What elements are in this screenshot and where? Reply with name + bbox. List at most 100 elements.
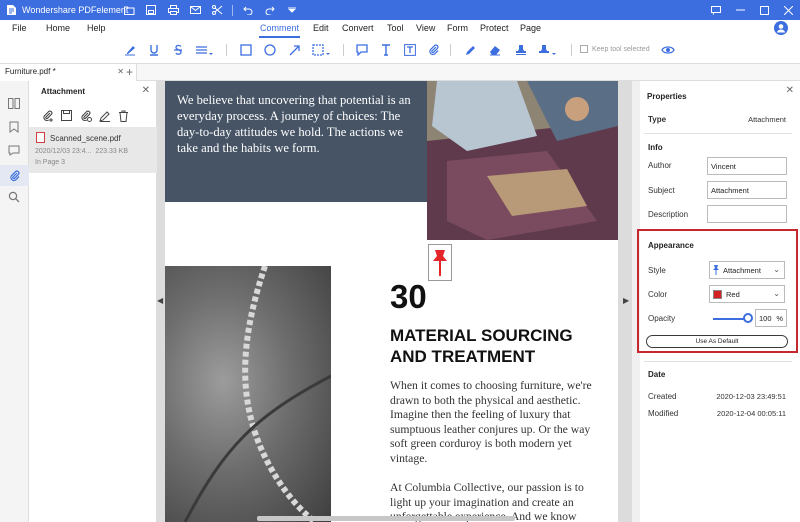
description-field[interactable] xyxy=(707,205,787,223)
style-value: Attachment xyxy=(723,265,761,275)
text-lines-dropdown-icon[interactable] xyxy=(194,42,216,58)
menu-file[interactable]: File xyxy=(12,23,27,33)
search-icon[interactable] xyxy=(6,189,22,205)
opacity-slider-thumb[interactable] xyxy=(743,313,753,323)
opacity-value: 100 xyxy=(759,314,772,323)
type-label: Type xyxy=(648,115,667,124)
add-attachment-icon[interactable] xyxy=(41,109,54,122)
menu-protect[interactable]: Protect xyxy=(480,23,509,33)
close-tab-icon[interactable]: ✕ xyxy=(117,67,124,76)
oval-icon[interactable] xyxy=(262,42,278,58)
document-viewport[interactable]: We believe that uncovering that potentia… xyxy=(157,81,631,522)
keep-tool-label: Keep tool selected xyxy=(592,45,650,53)
attachment-pushpin-icon[interactable] xyxy=(428,244,452,281)
menu-edit[interactable]: Edit xyxy=(313,23,329,33)
add-tab-icon[interactable]: + xyxy=(126,65,133,79)
separator xyxy=(226,44,227,56)
strikethrough-icon[interactable] xyxy=(170,42,186,58)
close-window-icon[interactable] xyxy=(776,0,800,20)
open-attachment-icon[interactable] xyxy=(79,109,92,122)
opacity-unit: % xyxy=(776,314,783,323)
menu-tool[interactable]: Tool xyxy=(387,23,404,33)
divider xyxy=(644,133,792,134)
menu-bar: File Home Help Comment Edit Convert Tool… xyxy=(0,20,800,38)
print-icon[interactable] xyxy=(162,0,184,20)
delete-attachment-icon[interactable] xyxy=(117,109,130,122)
quote-text: We believe that uncovering that potentia… xyxy=(177,93,411,155)
attachments-panel-icon[interactable] xyxy=(0,165,29,186)
created-value: 2020-12-03 23:49:51 xyxy=(716,392,786,401)
save-icon[interactable] xyxy=(140,0,162,20)
note-icon[interactable] xyxy=(354,42,370,58)
edit-description-icon[interactable] xyxy=(98,109,111,122)
color-dropdown[interactable]: Red ⌄ xyxy=(709,285,785,303)
author-label: Author xyxy=(648,161,672,170)
horizontal-scrollbar[interactable] xyxy=(257,516,515,521)
menu-convert[interactable]: Convert xyxy=(342,23,374,33)
arrow-icon[interactable] xyxy=(287,42,303,58)
minimize-icon[interactable] xyxy=(728,0,752,20)
menu-comment[interactable]: Comment xyxy=(260,23,299,33)
use-as-default-button[interactable]: Use As Default xyxy=(646,335,788,348)
opacity-label: Opacity xyxy=(648,314,676,323)
menu-page[interactable]: Page xyxy=(520,23,541,33)
section-heading: MATERIAL SOURCING AND TREATMENT xyxy=(390,326,573,366)
pencil-icon[interactable] xyxy=(463,42,479,58)
style-dropdown[interactable]: Attachment ⌄ xyxy=(709,261,785,279)
email-icon[interactable] xyxy=(184,0,206,20)
highlight-icon[interactable] xyxy=(122,42,138,58)
date-section-title: Date xyxy=(648,370,666,379)
maximize-icon[interactable] xyxy=(752,0,776,20)
attachment-meta: 2020/12/03 23:4... 223.33 KB xyxy=(35,148,128,155)
subject-field[interactable]: Attachment xyxy=(707,181,787,199)
pdf-file-icon xyxy=(36,132,45,143)
redo-icon[interactable] xyxy=(259,0,281,20)
eraser-icon[interactable] xyxy=(487,42,503,58)
body-paragraph-1: When it comes to choosing furniture, we'… xyxy=(390,379,592,465)
attachment-panel: Attachment ✕ Scanned_scene.pdf 2020/12/0… xyxy=(29,81,157,522)
bookmark-icon[interactable] xyxy=(6,119,22,135)
color-value: Red xyxy=(726,289,740,299)
text-box-icon[interactable] xyxy=(402,42,418,58)
thumbnails-icon[interactable] xyxy=(6,95,22,111)
rectangle-icon[interactable] xyxy=(238,42,254,58)
scissors-icon[interactable] xyxy=(206,0,228,20)
user-avatar-icon[interactable] xyxy=(774,21,788,35)
undo-icon[interactable] xyxy=(237,0,259,20)
properties-panel: Properties ✕ Type Attachment Info Author… xyxy=(631,81,800,522)
show-hide-comments-icon[interactable] xyxy=(660,42,676,58)
attachment-list-item[interactable]: Scanned_scene.pdf 2020/12/03 23:4... 223… xyxy=(29,127,157,173)
collapse-left-icon[interactable]: ◀ xyxy=(157,296,163,305)
modified-value: 2020-12-04 00:05:11 xyxy=(716,409,786,418)
signature-dropdown-icon[interactable] xyxy=(537,42,559,58)
menu-view[interactable]: View xyxy=(416,23,435,33)
separator xyxy=(450,44,451,56)
menu-help[interactable]: Help xyxy=(87,23,106,33)
attachment-tool-icon[interactable] xyxy=(426,42,442,58)
close-panel-icon[interactable]: ✕ xyxy=(142,85,150,96)
opacity-input[interactable]: 100 % xyxy=(755,309,787,327)
comments-icon[interactable] xyxy=(6,142,22,158)
collapse-right-icon[interactable]: ▶ xyxy=(623,296,629,305)
typewriter-icon[interactable] xyxy=(378,42,394,58)
author-field[interactable]: Vincent xyxy=(707,157,787,175)
menu-home[interactable]: Home xyxy=(46,23,70,33)
save-attachment-icon[interactable] xyxy=(60,109,73,122)
close-properties-icon[interactable]: ✕ xyxy=(786,85,794,96)
document-tab[interactable]: Furniture.pdf * ✕ xyxy=(0,64,137,81)
menu-form[interactable]: Form xyxy=(447,23,468,33)
underline-icon[interactable] xyxy=(146,42,162,58)
checkbox[interactable] xyxy=(580,45,588,53)
customize-dropdown-icon[interactable] xyxy=(281,0,303,20)
style-label: Style xyxy=(648,266,666,275)
open-folder-icon[interactable] xyxy=(118,0,140,20)
modified-label: Modified xyxy=(648,409,679,418)
shape-dropdown-icon[interactable] xyxy=(311,42,333,58)
workers-photo xyxy=(427,81,618,240)
feedback-icon[interactable] xyxy=(704,0,728,20)
info-section-title: Info xyxy=(648,143,663,152)
stamp-icon[interactable] xyxy=(513,42,529,58)
attachment-size: 223.33 KB xyxy=(95,148,129,155)
keep-tool-checkbox[interactable]: Keep tool selected xyxy=(580,45,650,53)
separator xyxy=(232,4,233,16)
